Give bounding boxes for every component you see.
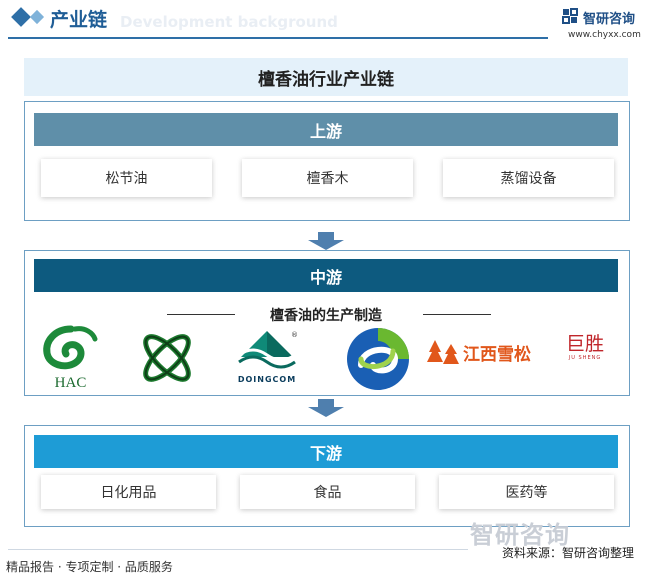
- upstream-section: 上游 松节油 檀香木 蒸馏设备: [24, 101, 630, 221]
- hac-logo-text: HAC: [54, 375, 87, 391]
- header-subtitle-watermark: Development background: [120, 13, 338, 31]
- doingcom-logo-text: DOINGCOM: [237, 375, 297, 384]
- jusheng-logo-subtext: JU SHENG: [568, 355, 602, 361]
- downstream-item: 日化用品: [41, 475, 216, 509]
- midstream-heading: 檀香油的生产制造: [270, 308, 382, 324]
- doingcom-logo: ® DOINGCOM: [225, 327, 309, 391]
- doingcom-logo-icon: ®: [238, 331, 298, 369]
- downstream-section: 下游 日化用品 食品 医药等: [24, 425, 630, 527]
- header-divider: [8, 37, 548, 39]
- downstream-item: 医药等: [439, 475, 614, 509]
- heading-rule-right: [423, 314, 491, 315]
- footer-slogan: 精品报告 · 专项定制 · 品质服务: [6, 560, 173, 574]
- hac-logo-icon: [43, 325, 98, 370]
- jiangxi-xuesong-logo: 江西雪松: [427, 333, 541, 371]
- svg-text:®: ®: [291, 331, 298, 339]
- green-knot-logo-icon: [143, 334, 191, 382]
- brand-logo-icon: [562, 8, 578, 24]
- downstream-bar: 下游: [34, 435, 618, 468]
- upstream-bar: 上游: [34, 113, 618, 146]
- footer-divider: [8, 549, 468, 550]
- header-title: 产业链: [50, 9, 108, 31]
- brand-name: 智研咨询: [583, 12, 636, 27]
- midstream-section: 中游 檀香油的生产制造 HAC ® DOINGCOM 江西雪松 巨胜 JU SH…: [24, 250, 630, 396]
- heading-rule-left: [167, 314, 235, 315]
- diagram-title: 檀香油行业产业链: [24, 58, 628, 96]
- upstream-item: 松节油: [41, 159, 212, 197]
- source-note: 资料来源：智研咨询整理: [502, 546, 635, 560]
- header-diamond-small-icon: [29, 9, 45, 25]
- blue-green-swirl-logo-icon: [347, 328, 409, 390]
- flow-arrow-icon: [308, 232, 344, 250]
- upstream-item: 蒸馏设备: [443, 159, 614, 197]
- hac-logo: HAC: [35, 323, 106, 391]
- downstream-item: 食品: [240, 475, 415, 509]
- jusheng-logo: 巨胜 JU SHENG: [555, 333, 615, 375]
- flow-arrow-icon: [308, 399, 344, 417]
- jusheng-logo-text: 巨胜: [565, 333, 604, 355]
- brand-url: www.chyxx.com: [568, 30, 641, 40]
- pine-trees-icon: [427, 340, 459, 364]
- upstream-item: 檀香木: [242, 159, 413, 197]
- midstream-bar: 中游: [34, 259, 618, 292]
- jiangxi-xuesong-logo-text: 江西雪松: [463, 344, 531, 365]
- header-diamond-icon: [11, 7, 31, 27]
